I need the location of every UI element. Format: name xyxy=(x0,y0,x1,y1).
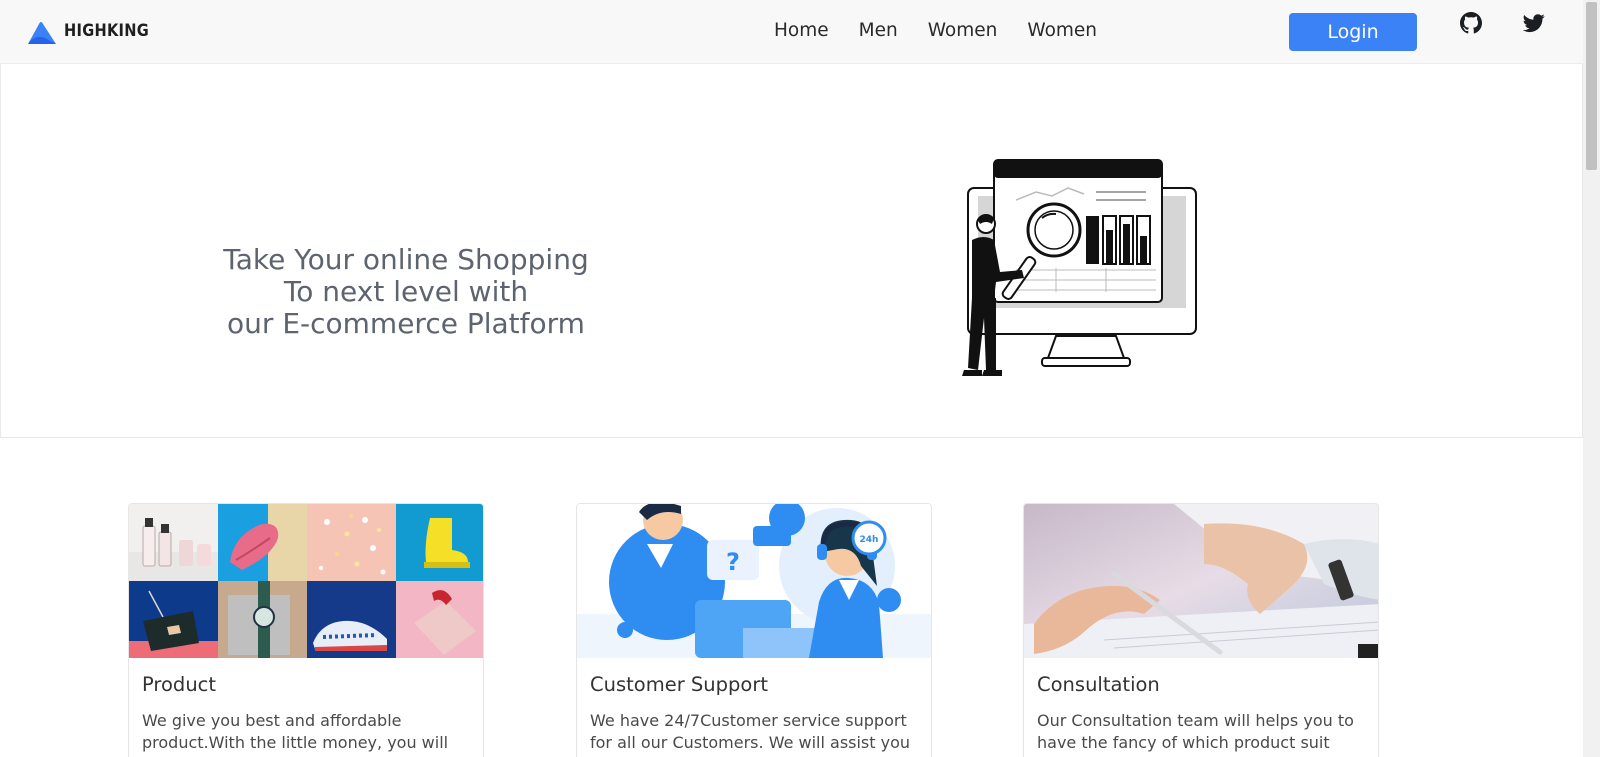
hero-line-1: Take Your online Shopping xyxy=(223,243,589,276)
confetti-tile xyxy=(307,504,396,581)
blue-sneaker-tile xyxy=(307,581,396,658)
yellow-boot-tile xyxy=(396,504,483,581)
login-button[interactable]: Login xyxy=(1289,13,1417,51)
twitter-icon xyxy=(1523,14,1545,33)
consultation-card-title: Consultation xyxy=(1037,673,1160,696)
brand-link[interactable]: HIGHKING xyxy=(25,16,163,46)
hero-section: Take Your online Shopping To next level … xyxy=(0,64,1583,438)
github-link[interactable] xyxy=(1460,12,1484,36)
customer-support-illustration: ? 24h xyxy=(577,504,931,658)
svg-text:?: ? xyxy=(726,548,740,576)
nav-link-home[interactable]: Home xyxy=(774,18,829,44)
pink-sneaker-tile xyxy=(218,504,307,581)
hero-line-2: To next level with xyxy=(283,275,529,308)
consultation-photo xyxy=(1024,504,1378,658)
product-collage-image xyxy=(129,504,483,658)
navbar: HIGHKING Home Men Women Women Login xyxy=(0,0,1583,64)
customer-support-card-text: We have 24/7Customer service support for… xyxy=(590,711,911,752)
nav-link-women-2[interactable]: Women xyxy=(1027,18,1097,44)
hero-heading: Take Your online Shopping To next level … xyxy=(151,244,661,340)
product-card[interactable]: Product We give you best and affordable … xyxy=(128,503,484,757)
product-card-title: Product xyxy=(142,673,217,696)
nav-link-women[interactable]: Women xyxy=(928,18,998,44)
watch-tile xyxy=(218,581,307,658)
consultation-card[interactable]: Consultation Our Consultation team will … xyxy=(1023,503,1379,757)
customer-support-card-title: Customer Support xyxy=(590,673,769,696)
support-24h-badge: 24h xyxy=(860,535,879,545)
github-icon xyxy=(1460,12,1482,34)
page-scrollbar[interactable] xyxy=(1583,0,1600,757)
nav-link-men[interactable]: Men xyxy=(859,18,898,44)
red-heel-tile xyxy=(396,581,483,658)
cosmetics-tile xyxy=(129,504,218,581)
nav-links: Home Men Women Women xyxy=(774,18,1127,44)
product-card-text: We give you best and affordable product.… xyxy=(142,711,449,757)
customer-support-card[interactable]: ? 24h Customer Support We have 24/7Custo… xyxy=(576,503,932,757)
scrollbar-thumb[interactable] xyxy=(1586,2,1597,170)
analytics-magnifier-illustration xyxy=(962,159,1197,376)
brand-name: HIGHKING xyxy=(64,21,149,41)
handbag-tile xyxy=(129,581,218,658)
brand-logo-icon xyxy=(28,22,56,44)
consultation-card-text: Our Consultation team will helps you to … xyxy=(1037,711,1354,752)
hero-line-3: our E-commerce Platform xyxy=(227,307,585,340)
twitter-link[interactable] xyxy=(1523,12,1547,36)
